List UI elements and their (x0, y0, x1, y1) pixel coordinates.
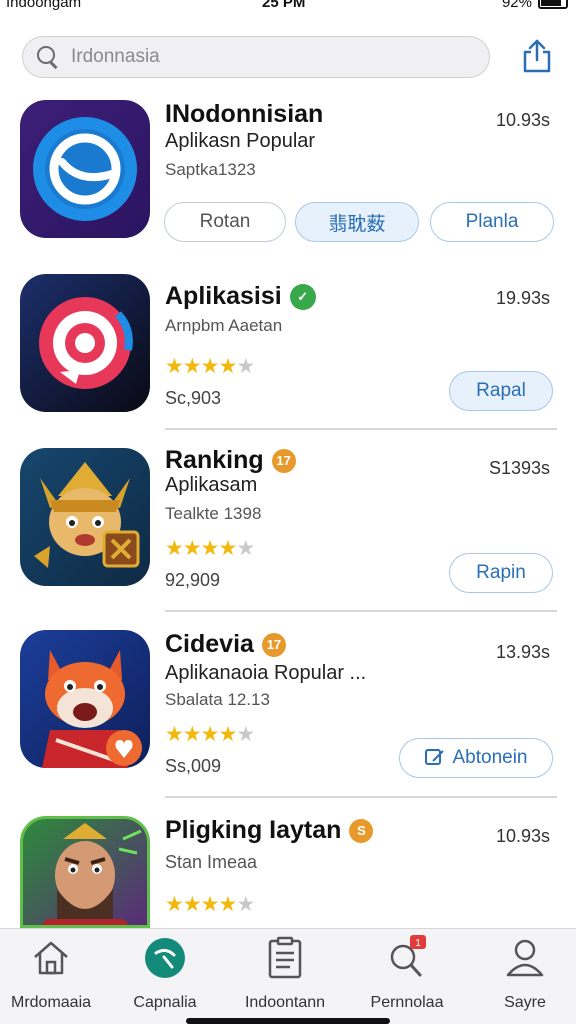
app-icon[interactable] (20, 100, 150, 238)
rapal-button[interactable]: Rapal (449, 371, 553, 411)
tab-label: Mrdomaaia (10, 994, 92, 1011)
notification-badge: 1 (415, 938, 421, 949)
apps-icon (145, 938, 185, 978)
search-icon (37, 46, 59, 68)
warrior-cat-icon (34, 462, 140, 568)
battery-indicator: 92% (502, 0, 568, 11)
list-icon (268, 936, 302, 979)
star-icon: ★★★★ (165, 355, 237, 378)
star-icon: ★ (236, 355, 255, 378)
tab-search[interactable]: 1 Pernnolaa (352, 935, 462, 1012)
tab-label: Pernnolaa (370, 994, 444, 1011)
app-price: 10.93s (495, 826, 550, 846)
rank-badge-icon: S (349, 818, 374, 843)
star-icon: ★ (236, 723, 255, 746)
app-icon[interactable] (20, 448, 150, 586)
search-input[interactable] (71, 46, 451, 68)
home-indicator (186, 1018, 390, 1024)
carrier-label: Indoongam (6, 0, 82, 11)
app-detail: Sbalata 12.13 (165, 690, 270, 709)
abtonein-button[interactable]: Abtonein (399, 738, 553, 778)
battery-percent: 92% (501, 0, 532, 11)
app-icon[interactable] (20, 630, 150, 768)
rotan-button[interactable]: Rotan (164, 202, 286, 242)
divider (165, 428, 557, 430)
star-icon: ★ (236, 537, 255, 560)
share-icon[interactable] (520, 38, 554, 74)
app-detail: Saptka1323 (165, 160, 256, 179)
rapin-button[interactable]: Rapin (449, 553, 553, 593)
app-detail: Tealkte 1398 (165, 504, 262, 523)
tab-label: Capnalia (133, 994, 197, 1011)
rating-count: 92,909 (165, 570, 221, 590)
app-price: 13.93s (495, 642, 550, 662)
warrior-face-icon (41, 823, 142, 925)
app-title: Aplikasisi ✓ (165, 282, 316, 311)
home-icon (34, 941, 68, 975)
star-icon: ★★★★ (165, 893, 237, 916)
tab-profile[interactable]: Sayre (470, 935, 576, 1012)
battery-icon (538, 0, 568, 9)
status-bar: Indoongam 25 PM 92% (0, 0, 576, 14)
app-subtitle: Aplikasam (165, 474, 258, 496)
app-title: Ranking 17 (165, 446, 296, 475)
divider (165, 610, 557, 612)
star-icon: ★ (236, 893, 255, 916)
abtonein-label: Abtonein (452, 747, 528, 768)
fox-character-icon (42, 650, 142, 768)
tab-bar: Mrdomaaia Capnalia Indoontann 1 Pernnola… (0, 928, 576, 1024)
tab-apps[interactable]: Capnalia (110, 935, 220, 1012)
app-subtitle: Aplikanaoia Ropular ... (165, 662, 367, 684)
tab-home[interactable]: Mrdomaaia (0, 935, 106, 1012)
tab-label: Indoontann (244, 994, 326, 1011)
rating-count: Sc,903 (165, 388, 222, 408)
tab-label: Sayre (504, 994, 546, 1011)
app-subtitle: Aplikasn Popular (165, 130, 316, 152)
chat-logo-icon (33, 117, 137, 221)
rating-stars: ★★★★★ (165, 354, 255, 379)
app-price: 19.93s (495, 288, 550, 308)
edit-icon (425, 749, 445, 765)
search-icon: 1 (390, 935, 426, 977)
planla-button[interactable]: Planla (430, 202, 554, 242)
rating-stars: ★★★★★ (165, 536, 255, 561)
rating-count: Ss,009 (165, 756, 222, 776)
tab-list[interactable]: Indoontann (230, 935, 340, 1012)
divider (165, 796, 557, 798)
clock: 25 PM (262, 0, 306, 11)
target-logo-icon (39, 297, 133, 389)
rank-badge-icon: 17 (271, 448, 296, 473)
app-icon[interactable] (20, 274, 150, 412)
person-icon (506, 939, 544, 977)
rating-stars: ★★★★★ (165, 892, 255, 917)
rank-badge-icon: 17 (261, 632, 286, 657)
rating-stars: ★★★★★ (165, 722, 255, 747)
search-bar[interactable] (22, 36, 490, 78)
app-title: INodonnisian (165, 100, 324, 128)
app-price: S1393s (488, 458, 550, 478)
app-icon[interactable] (20, 816, 150, 928)
star-icon: ★★★★ (165, 537, 237, 560)
app-title: Pligking Iaytan S (165, 816, 374, 845)
app-subtitle: Stan Imeaa (165, 852, 258, 872)
verified-icon: ✓ (289, 283, 316, 310)
app-title: Cidevia 17 (165, 630, 286, 659)
chinese-label-button[interactable]: 翡耽薮 (295, 202, 419, 242)
star-icon: ★★★★ (165, 723, 237, 746)
app-subtitle: Arnpbm Aaetan (165, 316, 283, 335)
app-price: 10.93s (495, 110, 550, 130)
